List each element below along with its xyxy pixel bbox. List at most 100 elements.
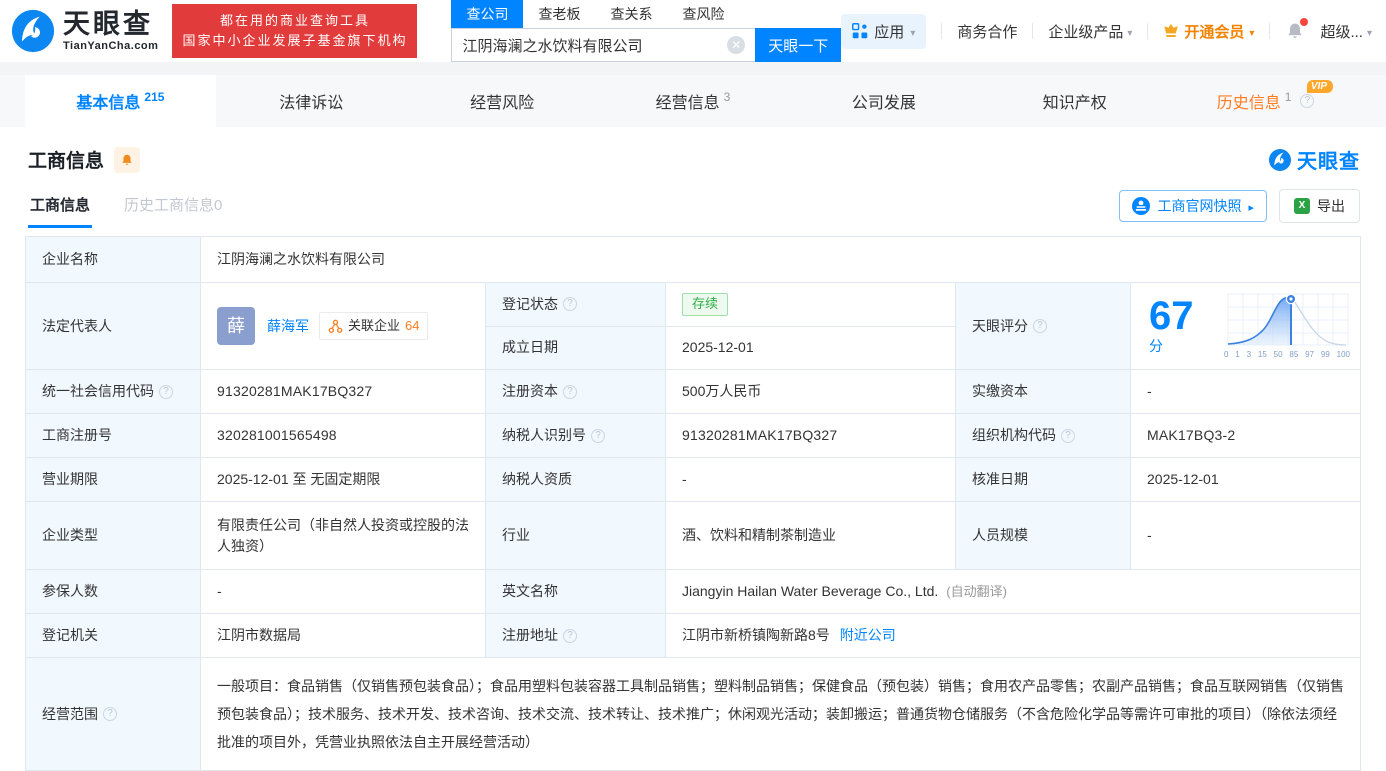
field-label-reg-capital: 注册资本 (486, 370, 665, 413)
help-icon[interactable] (563, 385, 577, 399)
tab-history-info[interactable]: 历史信息 1 VIP (1170, 75, 1361, 127)
help-icon[interactable] (1033, 319, 1047, 333)
field-value-taxpayer-id: 91320281MAK17BQ327 (666, 414, 955, 457)
help-icon[interactable] (159, 385, 173, 399)
tab-intellectual-property[interactable]: 知识产权 (979, 75, 1170, 127)
field-value-credit-code: 91320281MAK17BQ327 (201, 370, 485, 413)
field-label-org-code: 组织机构代码 (956, 414, 1130, 457)
watermark-brand-text: 天眼查 (1297, 145, 1360, 174)
score-unit: 分 (1149, 338, 1163, 354)
legal-rep-name-link[interactable]: 薛海军 (267, 316, 309, 337)
field-value-reg-address: 江阴市新桥镇陶新路8号 附近公司 (666, 614, 1360, 657)
nav-vip-label: 开通会员 (1184, 21, 1244, 42)
field-label-business-scope: 经营范围 (26, 658, 200, 770)
search-tab-company[interactable]: 查公司 (451, 0, 523, 28)
search-input[interactable] (452, 37, 727, 54)
tab-basic-info[interactable]: 基本信息 215 (25, 75, 216, 127)
crown-icon (1163, 23, 1179, 39)
field-value-establish-date: 2025-12-01 (666, 327, 955, 370)
reg-address-label: 注册地址 (502, 625, 558, 646)
nav-vip[interactable]: 开通会员 (1163, 21, 1254, 42)
field-value-score[interactable]: 67 分 (1131, 283, 1360, 369)
field-value-approval-date: 2025-12-01 (1131, 458, 1360, 501)
field-label-company-name: 企业名称 (26, 237, 200, 282)
help-icon[interactable] (563, 629, 577, 643)
business-scope-label: 经营范围 (42, 704, 98, 725)
field-label-industry: 行业 (486, 502, 665, 569)
subtab-actions: 工商官网快照 导出 (1119, 189, 1360, 223)
brand-domain: TianYanCha.com (63, 41, 158, 52)
tab-count: 1 (1285, 90, 1292, 104)
subtab-business-info[interactable]: 工商信息 (28, 184, 92, 228)
field-label-score: 天眼评分 (956, 283, 1130, 369)
chevron-down-icon (910, 23, 915, 40)
taxpayer-id-label: 纳税人识别号 (502, 425, 586, 446)
tab-business-info[interactable]: 经营信息 3 (598, 75, 789, 127)
field-value-reg-status: 存续 (666, 283, 955, 326)
tab-company-development[interactable]: 公司发展 (788, 75, 979, 127)
related-companies-badge[interactable]: 关联企业 64 (319, 312, 428, 340)
field-value-company-name: 江阴海澜之水饮料有限公司 (201, 237, 1360, 282)
nav-super-label: 超级... (1320, 21, 1363, 42)
legal-rep-avatar[interactable]: 薛 (217, 307, 255, 345)
search-tab-risk[interactable]: 查风险 (667, 0, 739, 28)
field-label-establish-date: 成立日期 (486, 327, 665, 370)
field-label-business-term: 营业期限 (26, 458, 200, 501)
nav-enterprise[interactable]: 企业级产品 (1048, 21, 1132, 42)
monitor-bell-button[interactable] (114, 147, 140, 173)
apps-menu[interactable]: 应用 (841, 14, 926, 49)
nearby-companies-link[interactable]: 附近公司 (840, 625, 896, 646)
tianyancha-logo-icon (1268, 148, 1292, 172)
export-button[interactable]: 导出 (1279, 189, 1360, 223)
field-value-reg-number: 320281001565498 (201, 414, 485, 457)
reg-status-label: 登记状态 (502, 294, 558, 315)
axis-tick: 1 (1235, 349, 1239, 361)
field-label-taxpayer-quality: 纳税人资质 (486, 458, 665, 501)
field-label-taxpayer-id: 纳税人识别号 (486, 414, 665, 457)
subtab-row: 工商信息 历史工商信息0 工商官网快照 导出 (0, 182, 1386, 226)
divider (1269, 23, 1270, 39)
field-value-industry: 酒、饮料和精制茶制造业 (666, 502, 955, 569)
top-header: 天眼查 TianYanCha.com 都在用的商业查询工具 国家中小企业发展子基… (0, 0, 1386, 62)
axis-tick: 15 (1258, 349, 1267, 361)
apps-grid-icon (852, 23, 868, 39)
help-icon[interactable] (1061, 429, 1075, 443)
vip-badge: VIP (1307, 80, 1333, 93)
promo-banner: 都在用的商业查询工具 国家中小企业发展子基金旗下机构 (172, 4, 417, 58)
promo-line2: 国家中小企业发展子基金旗下机构 (182, 31, 407, 51)
tianyancha-logo[interactable]: 天眼查 TianYanCha.com (10, 8, 158, 54)
help-icon[interactable] (563, 297, 577, 311)
field-value-insured-count: - (201, 570, 485, 613)
nav-cooperation[interactable]: 商务合作 (957, 21, 1017, 42)
tab-legal[interactable]: 法律诉讼 (216, 75, 407, 127)
axis-tick: 99 (1321, 349, 1330, 361)
tab-label: 经营信息 (656, 89, 720, 113)
field-value-company-type: 有限责任公司（非自然人投资或控股的法人独资） (201, 502, 485, 569)
help-icon[interactable] (103, 707, 117, 721)
axis-tick: 0 (1224, 349, 1228, 361)
official-snapshot-button[interactable]: 工商官网快照 (1119, 190, 1267, 222)
section-watermark-logo: 天眼查 (1268, 145, 1360, 174)
export-label: 导出 (1317, 196, 1345, 216)
bell-icon (120, 153, 134, 167)
field-label-approval-date: 核准日期 (956, 458, 1130, 501)
nav-super-vip[interactable]: 超级... (1320, 21, 1372, 42)
help-icon[interactable] (591, 429, 605, 443)
axis-tick: 97 (1305, 349, 1314, 361)
excel-icon (1294, 198, 1310, 214)
field-value-reg-capital: 500万人民币 (666, 370, 955, 413)
reg-capital-label: 注册资本 (502, 381, 558, 402)
search-tab-boss[interactable]: 查老板 (523, 0, 595, 28)
help-icon[interactable] (1300, 94, 1314, 108)
score-label: 天眼评分 (972, 316, 1028, 337)
nav-enterprise-label: 企业级产品 (1048, 21, 1123, 42)
subtab-history-business-info[interactable]: 历史工商信息0 (122, 184, 224, 228)
field-label-company-type: 企业类型 (26, 502, 200, 569)
search-button[interactable]: 天眼一下 (755, 28, 841, 62)
business-info-table: 企业名称 江阴海澜之水饮料有限公司 法定代表人 薛 薛海军 关联企业 64 登记… (25, 236, 1361, 771)
clear-search-icon[interactable] (727, 36, 745, 54)
tab-operating-risk[interactable]: 经营风险 (407, 75, 598, 127)
notification-bell[interactable] (1285, 21, 1305, 41)
field-label-reg-authority: 登记机关 (26, 614, 200, 657)
search-tab-relation[interactable]: 查关系 (595, 0, 667, 28)
